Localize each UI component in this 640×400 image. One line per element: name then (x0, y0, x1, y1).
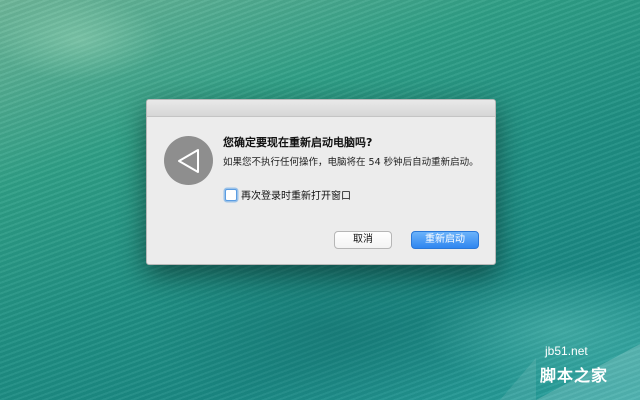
reopen-windows-checkbox[interactable] (225, 188, 237, 201)
dialog-title: 您确定要现在重新启动电脑吗? (223, 136, 373, 149)
restart-button[interactable]: 重新启动 (411, 231, 479, 249)
watermark-name: 脚本之家 (540, 366, 609, 385)
cancel-button[interactable]: 取消 (334, 231, 392, 249)
site-watermark: jb51.net 脚本之家 (500, 340, 640, 400)
restart-dialog: 您确定要现在重新启动电脑吗? 如果您不执行任何操作，电脑将在 54 秒钟后自动重… (146, 99, 496, 265)
desktop-wallpaper: 您确定要现在重新启动电脑吗? 如果您不执行任何操作，电脑将在 54 秒钟后自动重… (0, 0, 640, 400)
reopen-windows-option[interactable]: 再次登录时重新打开窗口 (225, 187, 351, 202)
reopen-windows-label[interactable]: 再次登录时重新打开窗口 (241, 187, 351, 202)
dialog-titlebar (147, 100, 495, 117)
watermark-domain: jb51.net (545, 344, 588, 358)
restart-triangle-icon (164, 136, 213, 185)
dialog-message: 如果您不执行任何操作，电脑将在 54 秒钟后自动重新启动。 (223, 157, 479, 168)
